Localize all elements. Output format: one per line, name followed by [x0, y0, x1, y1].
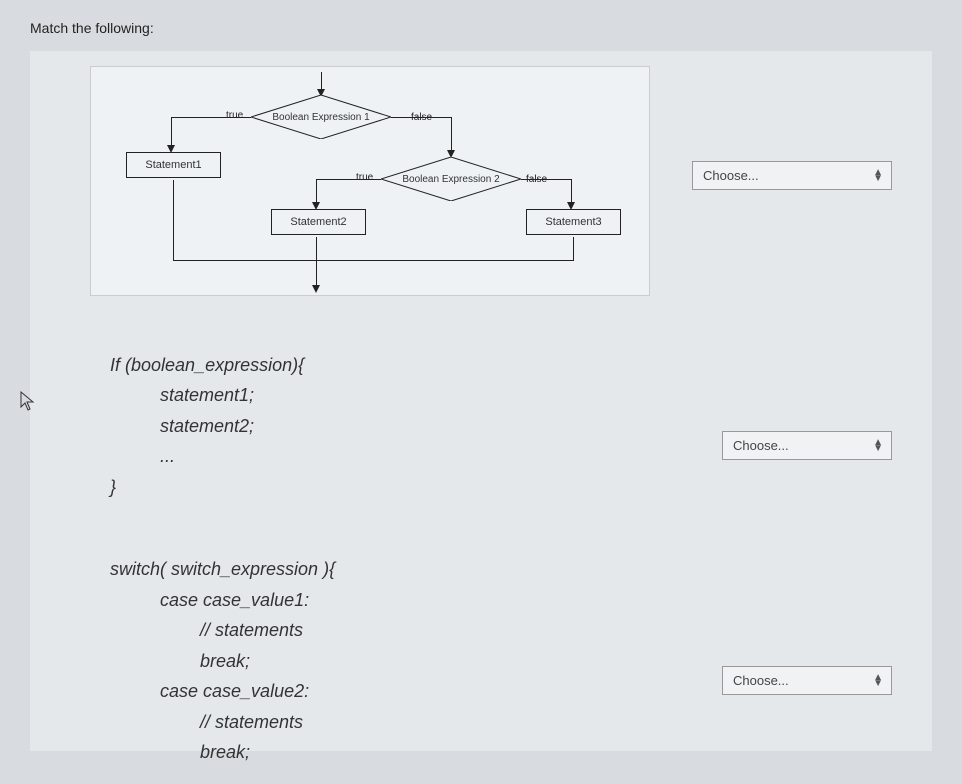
match-row-flowchart: Boolean Expression 1 true false Statemen…	[50, 66, 912, 296]
answer-dropdown-1[interactable]: Choose... ▲▼	[692, 161, 892, 190]
chevron-updown-icon: ▲▼	[873, 440, 883, 452]
answer-dropdown-3[interactable]: Choose... ▲▼	[722, 666, 892, 695]
match-row-switch: switch( switch_expression ){ case case_v…	[50, 536, 912, 766]
dropdown-label: Choose...	[733, 438, 789, 453]
content-area: Boolean Expression 1 true false Statemen…	[30, 51, 932, 751]
dropdown-label: Choose...	[733, 673, 789, 688]
match-row-if: If (boolean_expression){ statement1; sta…	[50, 316, 912, 516]
box-statement3: Statement3	[526, 209, 621, 235]
chevron-updown-icon: ▲▼	[873, 170, 883, 182]
code-if-block: If (boolean_expression){ statement1; sta…	[110, 350, 912, 503]
box-statement1: Statement1	[126, 152, 221, 178]
flowchart-diagram: Boolean Expression 1 true false Statemen…	[90, 66, 650, 296]
decision-expr1-label: Boolean Expression 1	[272, 112, 369, 123]
answer-dropdown-2[interactable]: Choose... ▲▼	[722, 431, 892, 460]
label-true-2: true	[356, 172, 373, 183]
dropdown-label: Choose...	[703, 168, 759, 183]
cursor-icon	[20, 391, 36, 416]
decision-expr2: Boolean Expression 2	[381, 157, 521, 201]
label-true-1: true	[226, 110, 243, 121]
chevron-updown-icon: ▲▼	[873, 675, 883, 687]
decision-expr2-label: Boolean Expression 2	[402, 174, 499, 185]
code-switch-block: switch( switch_expression ){ case case_v…	[110, 554, 912, 768]
page-title: Match the following:	[30, 20, 932, 36]
decision-expr1: Boolean Expression 1	[251, 95, 391, 139]
box-statement2: Statement2	[271, 209, 366, 235]
